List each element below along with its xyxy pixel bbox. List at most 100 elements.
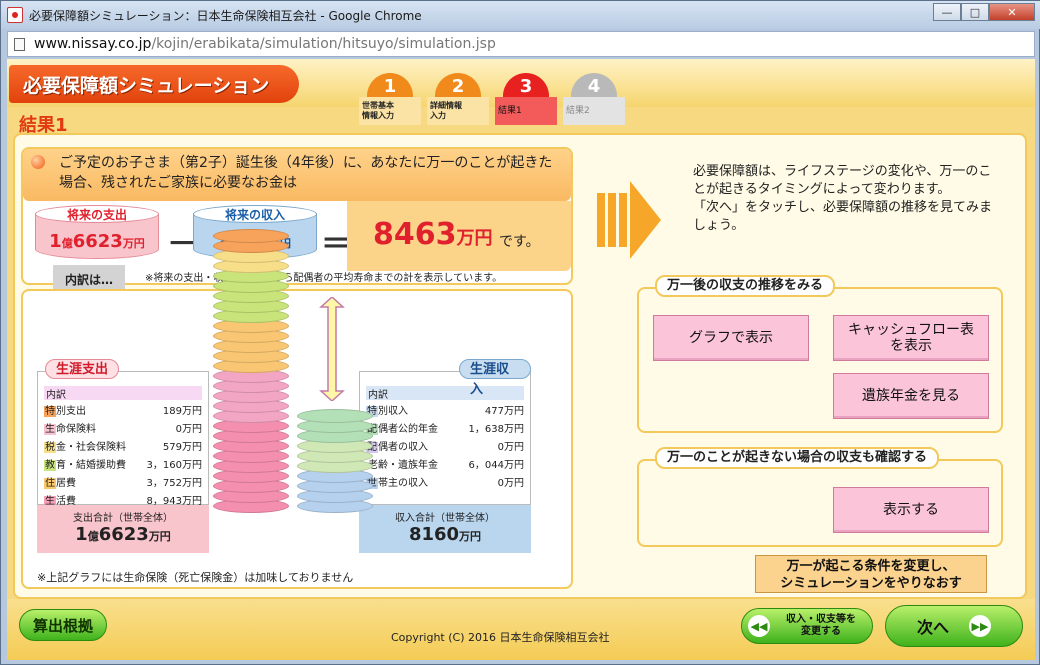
expense-row-value: 189万円 (162, 406, 202, 417)
expense-row-value: 3，160万円 (146, 460, 202, 471)
expense-row-value: 3，752万円 (146, 478, 202, 489)
browser-window: 必要保障額シミュレーション：日本生命保険相互会社 - Google Chrome… (0, 0, 1040, 665)
next-label: 次へ (916, 618, 949, 637)
expense-total-unit: 万円 (148, 530, 171, 543)
expense-total-oku-unit: 億 (87, 530, 99, 543)
calculation-basis-button[interactable]: 算出根拠 (19, 609, 107, 641)
expense-row-name-rest: 居費 (56, 478, 76, 489)
minimize-button[interactable]: — (933, 3, 961, 21)
expense-row-name-rest: 命保険料 (56, 424, 96, 435)
income-row-name-rest: 偶者公的年金 (378, 424, 438, 435)
back-double-arrow-icon: ◀◀ (748, 615, 770, 637)
forward-double-arrow-icon: ▶▶ (969, 615, 991, 637)
income-breakdown-head: 内訳 (366, 386, 524, 401)
maximize-button[interactable]: □ (961, 3, 989, 21)
expense-row-name-first: 税 (44, 442, 56, 453)
step-number: 1 (367, 73, 413, 99)
income-row: 配偶者の収入 0万円 (366, 439, 524, 457)
step-1: 1 世帯基本 情報入力 (359, 73, 421, 125)
change-condition-button[interactable]: 万一が起こる条件を変更し、 シミュレーションをやりなおす (755, 555, 987, 593)
expense-oku: 1 (49, 231, 62, 252)
window-title: 必要保障額シミュレーション：日本生命保険相互会社 - Google Chrome (29, 9, 422, 23)
expense-row-name-first: 生 (44, 424, 56, 435)
income-breakdown: 内訳 特別収入477万円配偶者公的年金1，638万円配偶者の収入0万円老齢・遺族… (359, 371, 531, 505)
expense-oku-unit: 億 (61, 237, 73, 250)
income-total: 収入合計（世帯全体） 8160万円 (359, 505, 531, 553)
expense-row-value: 0万円 (175, 424, 202, 435)
income-row-value: 0万円 (497, 478, 524, 489)
expense-unit: 万円 (122, 237, 145, 250)
income-row: 特別収入 477万円 (366, 403, 524, 421)
income-row-name: 配偶者公的年金 (366, 421, 438, 439)
income-row-value: 6，044万円 (468, 460, 524, 471)
result-suffix: です。 (499, 234, 540, 250)
expense-total-oku: 1 (75, 524, 88, 545)
income-total-unit: 万円 (459, 530, 482, 543)
close-button[interactable]: ✕ (989, 3, 1035, 21)
income-row: 世帯主の収入 0万円 (366, 475, 524, 493)
expense-row-name: 教育・結婚援助費 (44, 457, 126, 475)
future-expense-cylinder: 将来の支出 1億6623万円 (35, 205, 159, 259)
income-row-name: 世帯主の収入 (366, 475, 428, 493)
expense-man: 6623 (72, 231, 123, 252)
step-label: 世帯基本 情報入力 (359, 97, 421, 125)
after-event-group-title: 万一後の収支の推移をみる (655, 275, 836, 297)
income-row-value: 477万円 (484, 406, 524, 417)
gap-arrow-icon (319, 297, 345, 401)
step-number: 4 (571, 73, 617, 99)
graph-view-button[interactable]: グラフで表示 (653, 315, 809, 361)
step-indicator: 1 世帯基本 情報入力 2 詳細情報 入力 3 結果1 4 結果2 (359, 73, 625, 125)
income-row-name: 特別収入 (366, 403, 408, 421)
next-step-arrow-icon (597, 181, 661, 259)
expense-row: 税金・社会保険料 579万円 (44, 439, 202, 457)
required-amount-unit: 万円 (456, 228, 493, 249)
change-income-button[interactable]: ◀◀ 収入・収支等を 変更する (741, 608, 873, 644)
expense-row-name-first: 住 (44, 478, 56, 489)
step-number: 2 (435, 73, 481, 99)
address-bar[interactable]: www.nissay.co.jp/kojin/erabikata/simulat… (7, 31, 1035, 57)
survivor-pension-button[interactable]: 遺族年金を見る (833, 373, 989, 419)
expense-row-name: 住居費 (44, 475, 76, 493)
page-icon (14, 38, 25, 51)
step-label: 詳細情報 入力 (427, 97, 489, 125)
required-amount: 8463万円 (373, 217, 493, 252)
next-button[interactable]: 次へ ▶▶ (885, 605, 1023, 647)
income-row-value: 1，638万円 (468, 424, 524, 435)
bullet-icon (31, 155, 45, 169)
no-event-group-title: 万一のことが起きない場合の収支も確認する (655, 447, 940, 469)
income-row-name: 配偶者の収入 (366, 439, 428, 457)
expense-total: 支出合計（世帯全体） 1億6623万円 (37, 505, 209, 553)
step-2: 2 詳細情報 入力 (427, 73, 489, 125)
expense-row-name-rest: 別支出 (56, 406, 86, 417)
expense-total-man: 6623 (98, 524, 149, 545)
step-label: 結果2 (563, 97, 625, 125)
income-row: 老齢・遺族年金 6，044万円 (366, 457, 524, 475)
required-amount-value: 8463 (373, 217, 457, 252)
future-income-label: 将来の収入 (193, 205, 317, 223)
chart-note: ※上記グラフには生命保険（死亡保険金）は加味しておりません (37, 571, 354, 584)
expense-row-name-rest: 金・社会保険料 (56, 442, 126, 453)
expense-row: 生命保険料 0万円 (44, 421, 202, 439)
url-path: /kojin/erabikata/simulation/hitsuyo/simu… (151, 36, 496, 52)
income-row-value: 0万円 (497, 442, 524, 453)
income-stack-coin (297, 409, 373, 423)
title-bar: 必要保障額シミュレーション：日本生命保険相互会社 - Google Chrome… (1, 1, 1040, 29)
income-row-name-rest: 偶者の収入 (378, 442, 428, 453)
cashflow-table-button[interactable]: キャッシュフロー表 を表示 (833, 315, 989, 361)
future-expense-label: 将来の支出 (35, 205, 159, 223)
change-income-label: 収入・収支等を 変更する (786, 614, 856, 637)
expense-row-name: 特別支出 (44, 403, 86, 421)
expense-total-label: 支出合計（世帯全体） (73, 513, 173, 524)
income-row-name-rest: 老齢・遺族年金 (368, 460, 438, 471)
step-number: 3 (503, 73, 549, 99)
breakdown-note: ※将来の支出・収入は万一後から配偶者の平均寿命までの計を表示しています。 (145, 273, 503, 284)
condition-text: ご予定のお子さま（第2子）誕生後（4年後）に、あなたに万一のことが起きた場合、残… (59, 155, 553, 191)
show-button[interactable]: 表示する (833, 487, 989, 533)
expense-row-name-rest: 育・結婚援助費 (56, 460, 126, 471)
step-label: 結果1 (495, 97, 557, 125)
expense-row: 住居費 3，752万円 (44, 475, 202, 493)
expense-row-value: 579万円 (162, 442, 202, 453)
step-3: 3 結果1 (495, 73, 557, 125)
expense-row: 教育・結婚援助費 3，160万円 (44, 457, 202, 475)
page-content: 必要保障額シミュレーション 1 世帯基本 情報入力 2 詳細情報 入力 3 結果… (7, 59, 1035, 660)
